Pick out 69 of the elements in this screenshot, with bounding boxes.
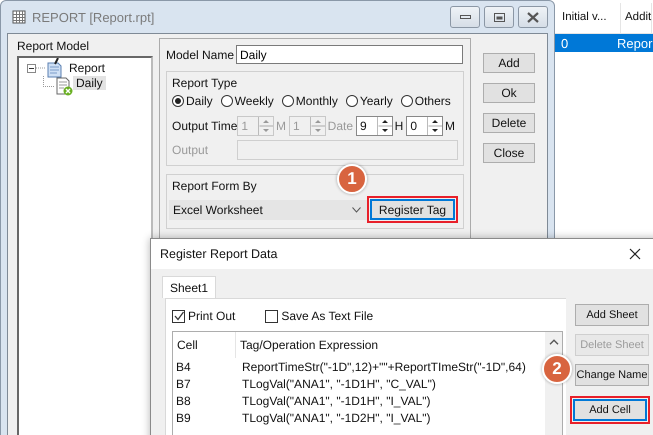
table-row[interactable]: 0 Repor [555, 34, 653, 52]
spin-arrows-icon [310, 117, 325, 135]
spin-field[interactable]: 9 [356, 116, 393, 136]
dialog-title: Register Report Data [160, 247, 278, 261]
table-cell-text: B4 [175, 360, 192, 374]
table-cell-text: B7 [175, 376, 192, 390]
tab[interactable]: Sheet1 [162, 276, 216, 298]
unit-label: H [394, 119, 404, 133]
button[interactable]: Add [483, 53, 535, 73]
close-icon [527, 12, 539, 22]
minus-icon [27, 64, 36, 72]
text-field[interactable]: Daily [236, 45, 463, 64]
spreadsheet-icon [55, 76, 73, 96]
unit-label: M [444, 119, 456, 133]
table-cell-text: TLogVal("ANA1", "-1D2H", "I_VAL") [241, 410, 431, 424]
unit-label: M [275, 119, 288, 133]
minimize-icon [460, 15, 470, 19]
button[interactable]: Register Tag [370, 199, 455, 220]
field-label: Output [172, 143, 210, 157]
table-cell-text: TLogVal("ANA1", "-1D1H", "C_VAL") [241, 376, 436, 390]
field-label: Output Time [172, 119, 238, 133]
button[interactable]: Add Cell [573, 399, 647, 421]
tree-item[interactable]: Daily [73, 76, 106, 90]
checkmark-icon [172, 310, 184, 322]
radio-button[interactable]: Yearly [346, 94, 393, 108]
table-cell-text: ReportTimeStr("-1D",12)+""+ReportTImeStr("-1D",64) [241, 360, 526, 374]
dropdown[interactable]: Excel Worksheet [169, 200, 367, 220]
radio-button[interactable]: Weekly [220, 94, 274, 108]
checkbox[interactable]: Save As Text File [265, 309, 374, 323]
radio-button[interactable]: Monthly [282, 94, 338, 108]
table-cell-text: B9 [175, 410, 192, 424]
radio-button[interactable]: Daily [172, 94, 213, 108]
button[interactable]: Ok [483, 83, 535, 103]
minimize-button[interactable] [450, 6, 480, 28]
window-title: REPORT [Report.rpt] [32, 10, 156, 24]
collapse-toggle[interactable] [27, 64, 36, 72]
button[interactable]: Close [483, 143, 535, 163]
button[interactable]: Add Sheet [575, 304, 649, 326]
close-button[interactable] [628, 247, 642, 261]
column-header: Addit [621, 3, 652, 33]
step-badge: 1 [337, 164, 367, 194]
spin-arrows-icon [378, 117, 392, 135]
scroll-up-icon [548, 339, 558, 345]
button[interactable]: Change Name [575, 364, 649, 386]
maximize-icon [494, 12, 504, 22]
table-cell-text: B8 [175, 394, 192, 408]
table-cell-text: TLogVal("ANA1", "-1D1H", "I_VAL") [241, 394, 431, 408]
tree-item[interactable]: Report [66, 61, 108, 75]
tree-connector-icon [36, 67, 46, 69]
column-header[interactable]: Tag/Operation Expression [236, 332, 378, 358]
button[interactable]: Delete [483, 113, 535, 133]
group-label: Report Model [17, 38, 90, 54]
unit-label: Date [326, 119, 354, 133]
document-pencil-icon [46, 58, 64, 78]
spin-arrows-icon [428, 117, 442, 135]
close-icon [628, 247, 642, 261]
chevron-down-icon [352, 206, 361, 212]
group-title: Report Type [172, 75, 238, 91]
radio-button[interactable]: Others [400, 94, 451, 108]
field-label: Model Name [166, 48, 236, 62]
spin-field[interactable]: 0 [406, 116, 443, 136]
app-icon [12, 10, 26, 24]
text-field[interactable] [236, 140, 458, 160]
spin-arrows-icon [259, 117, 274, 135]
maximize-button[interactable] [484, 6, 514, 28]
tree-connector-icon [43, 76, 55, 87]
column-header[interactable]: Cell [173, 332, 236, 358]
checkbox[interactable]: Print Out [172, 309, 236, 323]
close-button[interactable] [518, 6, 548, 28]
